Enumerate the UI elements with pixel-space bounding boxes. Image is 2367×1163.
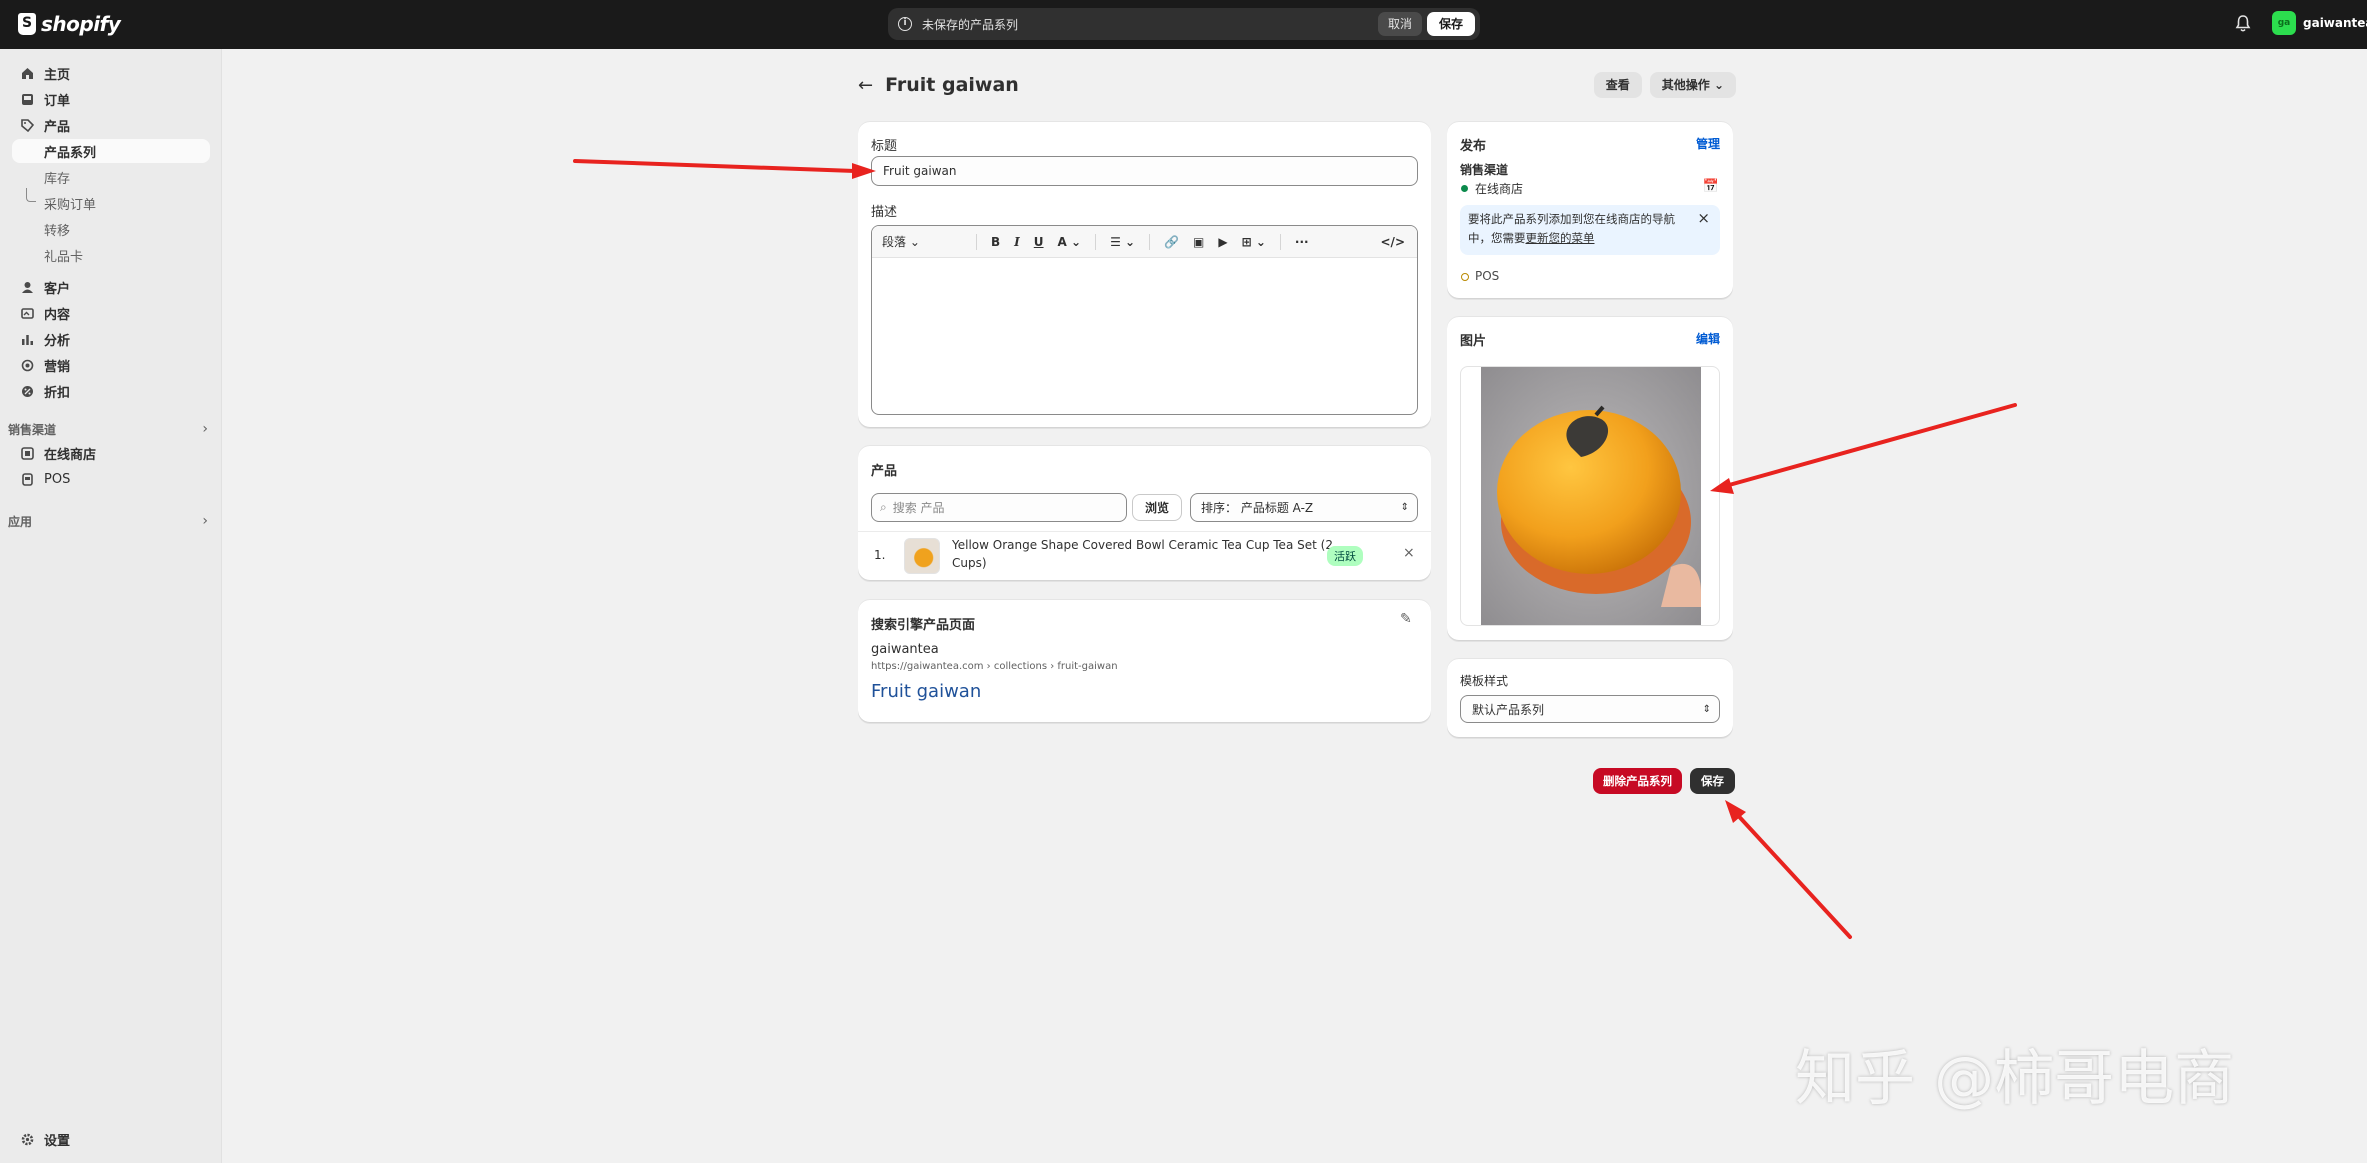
arrow-to-title-input — [573, 159, 876, 179]
arrow-to-save-button — [1725, 800, 1852, 939]
arrow-to-image — [1710, 403, 2017, 494]
annotation-arrows — [573, 159, 2017, 939]
watermark: 知乎 @柿哥电商 — [1795, 1044, 2235, 1114]
